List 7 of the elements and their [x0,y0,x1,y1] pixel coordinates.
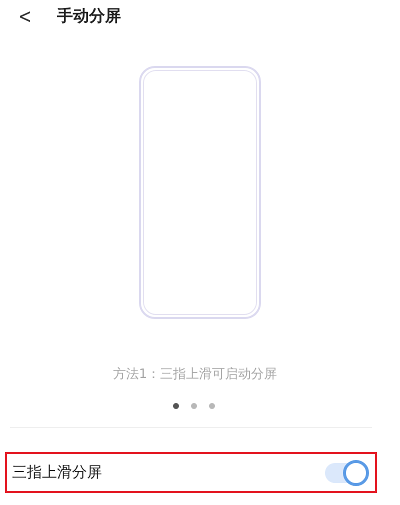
page-indicator-dot[interactable] [209,403,215,409]
setting-label: 三指上滑分屏 [12,463,102,482]
method-caption: 方法1：三指上滑可启动分屏 [112,366,278,383]
back-button[interactable]: < [18,6,53,26]
page-title: 手动分屏 [57,6,121,26]
page-indicator-dot[interactable] [191,403,197,409]
page-indicator-dot[interactable] [173,403,179,409]
